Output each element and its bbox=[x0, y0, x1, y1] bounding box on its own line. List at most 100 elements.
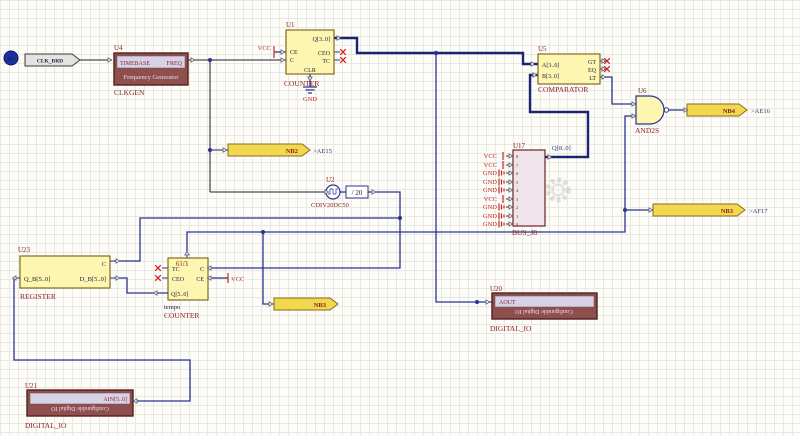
port-nb4-shape bbox=[687, 104, 747, 116]
wire-cdiv-to-counter2-c[interactable] bbox=[212, 192, 400, 268]
port-nb3-right-pin: >AF17 bbox=[749, 208, 768, 215]
stub-tc-ceo-u19[interactable] bbox=[162, 268, 168, 278]
wire-to-aout[interactable] bbox=[436, 53, 492, 302]
gnd-u1-label: GND bbox=[303, 96, 317, 103]
u5-pin-eq: EQ bbox=[588, 68, 597, 74]
port-nb3-right-label: NB3 bbox=[721, 208, 734, 215]
u2-label: CDIV20DC50 bbox=[311, 202, 349, 209]
u2-designator: U2 bbox=[326, 176, 335, 184]
u4-pin-freq: FREQ bbox=[167, 61, 183, 67]
svg-text:VCC: VCC bbox=[484, 162, 497, 169]
svg-text:2: 2 bbox=[516, 205, 518, 210]
schematic-canvas: AF CLK_BRD U4 TIMEBASE FREQ Frequency Ge… bbox=[0, 0, 800, 436]
component-u23-register[interactable]: U23 C Q_B[5..0] D_B[5..0] REGISTER bbox=[14, 246, 114, 301]
svg-text:GND: GND bbox=[483, 221, 497, 228]
u5-pin-a: A[3..0] bbox=[542, 63, 559, 69]
component-u4-clkgen[interactable]: U4 TIMEBASE FREQ Frequency Generator CLK… bbox=[114, 44, 188, 97]
port-nb2-label: NB2 bbox=[286, 148, 298, 155]
u19-pin-tc: TC bbox=[172, 267, 180, 273]
svg-text:GND: GND bbox=[483, 213, 497, 220]
port-nb2-pin: >AE15 bbox=[313, 148, 332, 155]
u20-pin-aout: AOUT bbox=[499, 300, 516, 306]
component-u20-digital-io[interactable]: U20 AOUT Configurable Digital IO DIGITAL… bbox=[490, 285, 597, 333]
port-clk-brd[interactable]: CLK_BRD bbox=[25, 54, 80, 66]
vcc-u19-label: VCC bbox=[231, 276, 244, 283]
svg-text:GND: GND bbox=[483, 170, 497, 177]
u21-label: DIGITAL_IO bbox=[25, 421, 67, 430]
svg-text:GND: GND bbox=[483, 187, 497, 194]
svg-text:VCC: VCC bbox=[484, 196, 497, 203]
u4-designator: U4 bbox=[114, 44, 123, 52]
u19-label: COUNTER bbox=[164, 311, 199, 320]
port-nb3-bottom-label: NB3 bbox=[314, 302, 327, 309]
power-vcc-u1[interactable]: VCC bbox=[258, 45, 274, 58]
port-nb3-right[interactable]: NB3 >AF17 bbox=[653, 204, 768, 216]
u20-label: DIGITAL_IO bbox=[490, 324, 532, 333]
u19-designator: U19 bbox=[175, 259, 188, 267]
u1-pin-q: Q[3..0] bbox=[313, 37, 330, 43]
u21-designator: U21 bbox=[25, 382, 38, 390]
u21-pin-ain: AIN[5..0] bbox=[103, 397, 127, 403]
svg-text:VCC: VCC bbox=[484, 153, 497, 160]
u19-note: tempo bbox=[164, 304, 180, 311]
port-nb4[interactable]: NB4 >AE16 bbox=[687, 104, 771, 116]
u2-div-value: / 20 bbox=[352, 189, 363, 197]
u1-pin-ceo: CEO bbox=[318, 51, 331, 57]
u19-pin-q: Q[5..0] bbox=[171, 292, 188, 298]
port-nb4-pin: >AE16 bbox=[751, 108, 771, 115]
u5-pin-gt: GT bbox=[588, 60, 596, 66]
schematic-svg: AF CLK_BRD U4 TIMEBASE FREQ Frequency Ge… bbox=[0, 0, 800, 436]
port-nb3-bottom[interactable]: NB3 bbox=[274, 298, 338, 310]
u19-pin-ceo: CEO bbox=[172, 277, 185, 283]
u1-pin-tc: TC bbox=[322, 59, 330, 65]
u23-pin-qb: Q_B[5..0] bbox=[24, 276, 50, 283]
u23-label: REGISTER bbox=[20, 292, 56, 301]
svg-text:GND: GND bbox=[483, 179, 497, 186]
u21-body-text: Configurable Digital IO bbox=[51, 405, 109, 412]
annotation-badge[interactable]: AF bbox=[4, 51, 18, 65]
u1-pin-c: C bbox=[290, 58, 294, 64]
u5-label: COMPARATOR bbox=[538, 85, 588, 94]
wire-nb3-net[interactable] bbox=[263, 116, 636, 304]
vcc-u1-label: VCC bbox=[258, 45, 271, 52]
u4-pin-timebase: TIMEBASE bbox=[120, 61, 150, 67]
u17-designator: U17 bbox=[513, 142, 526, 150]
u4-body-text: Frequency Generator bbox=[123, 74, 179, 81]
u19-pin-c: C bbox=[200, 267, 204, 273]
u4-label: CLKGEN bbox=[114, 88, 145, 97]
u6-designator: U6 bbox=[638, 87, 647, 95]
port-clk-brd-label: CLK_BRD bbox=[37, 59, 63, 65]
wire-lt-to-and[interactable] bbox=[600, 77, 636, 104]
wire-counter2-top[interactable] bbox=[187, 232, 263, 252]
power-gnd-u1[interactable]: GND bbox=[303, 87, 317, 103]
component-u19-counter[interactable]: U19 TC CEO Q[5..0] C CE tempo COUNTER bbox=[152, 252, 212, 320]
component-u21-digital-io[interactable]: U21 AIN[5..0] Configurable Digital IO DI… bbox=[25, 382, 133, 430]
u5-designator: U5 bbox=[538, 45, 547, 53]
u20-designator: U20 bbox=[490, 285, 503, 293]
u6-label: AND2S bbox=[635, 126, 659, 135]
svg-text:GND: GND bbox=[483, 204, 497, 211]
stub-ceo-tc[interactable] bbox=[334, 52, 340, 60]
u5-pin-lt: LT bbox=[589, 76, 596, 82]
u19-pin-ce: CE bbox=[196, 277, 204, 283]
and-output-bubble-icon bbox=[664, 108, 668, 112]
u1-pin-ce: CE bbox=[290, 50, 298, 56]
u23-pin-c: C bbox=[102, 262, 106, 268]
u1-designator: U1 bbox=[286, 21, 295, 29]
wire-register-c[interactable] bbox=[114, 218, 400, 261]
component-u5-comparator[interactable]: U5 A[3..0] B[3..0] GT EQ LT COMPARATOR bbox=[538, 45, 600, 94]
u23-body bbox=[20, 256, 110, 288]
badge-label: AF bbox=[7, 57, 14, 63]
power-vcc-u19[interactable]: VCC bbox=[228, 273, 244, 283]
u5-pin-b: B[3..0] bbox=[542, 74, 559, 80]
u20-body-text: Configurable Digital IO bbox=[515, 308, 573, 315]
u17-label: BUS_J8 bbox=[512, 228, 537, 237]
port-nb2[interactable]: NB2 >AE15 bbox=[228, 144, 332, 156]
u23-designator: U23 bbox=[18, 246, 31, 254]
port-nb3-bottom-shape bbox=[274, 298, 338, 310]
component-u6-and-gate[interactable]: U6 AND2S bbox=[630, 87, 669, 135]
u1-pin-clr: CLR bbox=[304, 68, 316, 74]
and-gate-icon bbox=[636, 96, 664, 124]
u23-pin-db: D_B[5..0] bbox=[80, 276, 106, 283]
port-nb4-label: NB4 bbox=[723, 108, 736, 115]
